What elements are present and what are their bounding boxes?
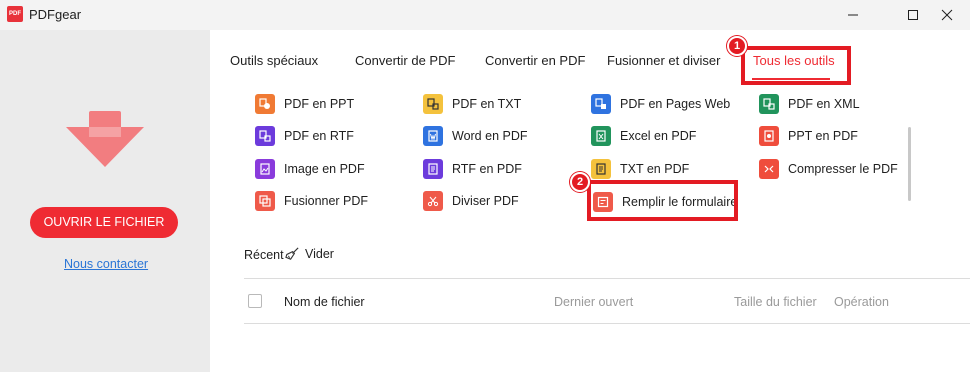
title-bar: PDF PDFgear	[0, 0, 970, 30]
tool-label: PDF en TXT	[452, 97, 522, 111]
tool-pdf-to-ppt[interactable]: PDF en PPT	[255, 93, 354, 115]
maximize-icon	[908, 10, 918, 20]
tool-ppt-to-pdf[interactable]: PPT en PDF	[759, 125, 858, 147]
tab-merge-split[interactable]: Fusionner et diviser	[607, 53, 720, 68]
tool-label: PDF en Pages Web	[620, 97, 731, 111]
tab-convert-from-pdf[interactable]: Convertir de PDF	[355, 53, 455, 68]
tool-pdf-to-web[interactable]: PDF en Pages Web	[591, 93, 730, 115]
minimize-icon	[848, 14, 858, 16]
close-button[interactable]	[924, 0, 970, 30]
tool-label: PDF en PPT	[284, 97, 355, 111]
column-header-filename[interactable]: Nom de fichier	[284, 295, 365, 309]
recent-label: Récent	[244, 248, 284, 262]
tool-label: Excel en PDF	[620, 129, 697, 143]
split-pdf-icon	[423, 191, 443, 211]
tool-split-pdf[interactable]: Diviser PDF	[423, 190, 519, 212]
tool-pdf-to-txt[interactable]: PDF en TXT	[423, 93, 521, 115]
tool-pdf-to-xml[interactable]: PDF en XML	[759, 93, 860, 115]
excel-to-pdf-icon	[591, 126, 611, 146]
minimize-button[interactable]	[830, 0, 876, 30]
highlight-box-all-tools	[741, 46, 851, 85]
tool-excel-to-pdf[interactable]: Excel en PDF	[591, 125, 696, 147]
tool-label: Image en PDF	[284, 162, 365, 176]
txt-to-pdf-icon	[591, 159, 611, 179]
tool-label: PDF en RTF	[284, 129, 354, 143]
pdf-to-xml-icon	[759, 94, 779, 114]
tool-txt-to-pdf[interactable]: TXT en PDF	[591, 158, 689, 180]
tool-compress-pdf[interactable]: Compresser le PDF	[759, 158, 898, 180]
compress-pdf-icon	[759, 159, 779, 179]
open-file-button[interactable]: OUVRIR LE FICHIER	[30, 207, 178, 238]
tab-special-tools[interactable]: Outils spéciaux	[230, 53, 318, 68]
pdf-to-rtf-icon	[255, 126, 275, 146]
tool-merge-pdf[interactable]: Fusionner PDF	[255, 190, 368, 212]
tool-label: Fusionner PDF	[284, 194, 369, 208]
divider	[244, 278, 970, 279]
pdf-to-txt-icon	[423, 94, 443, 114]
contact-link[interactable]: Nous contacter	[64, 257, 148, 271]
pdf-to-web-icon	[591, 94, 611, 114]
column-header-last-opened[interactable]: Dernier ouvert	[554, 295, 633, 309]
pdf-to-ppt-icon	[255, 94, 275, 114]
tool-pdf-to-rtf[interactable]: PDF en RTF	[255, 125, 354, 147]
app-logo-icon: PDF	[7, 6, 23, 22]
tool-label: PDF en XML	[788, 97, 860, 111]
broom-icon	[285, 247, 299, 260]
tool-image-to-pdf[interactable]: Image en PDF	[255, 158, 365, 180]
column-header-file-size[interactable]: Taille du fichier	[734, 295, 817, 309]
tool-rtf-to-pdf[interactable]: RTF en PDF	[423, 158, 522, 180]
tool-word-to-pdf[interactable]: Word en PDF	[423, 125, 528, 147]
clear-recent-label: Vider	[305, 246, 334, 261]
download-arrow-icon	[66, 111, 144, 167]
divider	[244, 323, 970, 324]
tool-label: Word en PDF	[452, 129, 528, 143]
close-icon	[941, 9, 953, 21]
tool-label: Diviser PDF	[452, 194, 519, 208]
tool-label: PPT en PDF	[788, 129, 858, 143]
window-title: PDFgear	[29, 7, 82, 22]
ppt-to-pdf-icon	[759, 126, 779, 146]
column-header-operation: Opération	[834, 295, 889, 309]
step-marker-2: 2	[570, 172, 590, 192]
tab-convert-to-pdf[interactable]: Convertir en PDF	[485, 53, 585, 68]
merge-pdf-icon	[255, 191, 275, 211]
image-to-pdf-icon	[255, 159, 275, 179]
sidebar: OUVRIR LE FICHIER Nous contacter	[0, 30, 210, 372]
step-marker-1: 1	[727, 36, 747, 56]
tool-label: RTF en PDF	[452, 162, 522, 176]
rtf-to-pdf-icon	[423, 159, 443, 179]
tool-label: TXT en PDF	[620, 162, 690, 176]
clear-recent-button[interactable]: Vider	[285, 246, 334, 261]
highlight-box-fill-form	[587, 180, 738, 221]
tools-scrollbar[interactable]	[908, 127, 911, 201]
word-to-pdf-icon	[423, 126, 443, 146]
select-all-checkbox[interactable]	[248, 294, 262, 308]
tool-label: Compresser le PDF	[788, 162, 898, 176]
